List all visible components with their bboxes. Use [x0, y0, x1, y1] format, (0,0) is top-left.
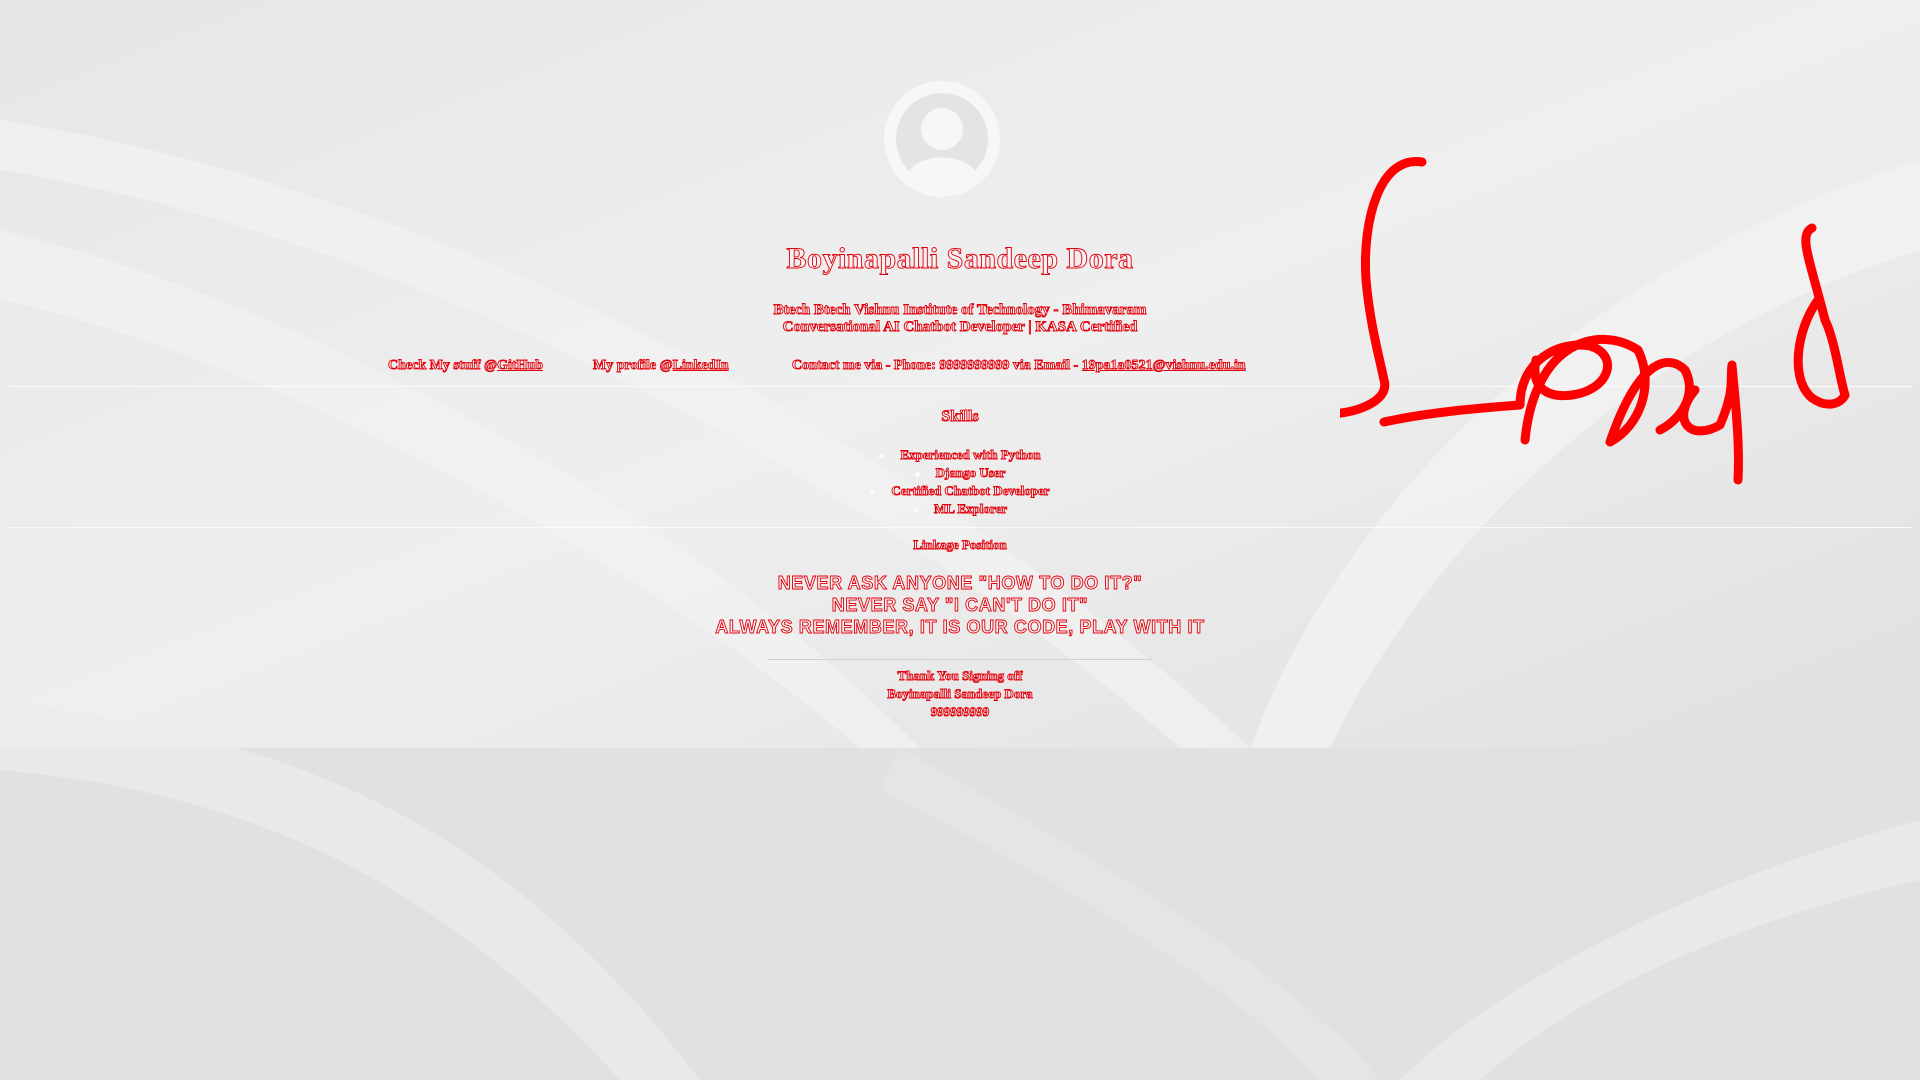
github-prefix: Check My stuff @ — [388, 358, 498, 374]
bullet-icon — [914, 471, 920, 477]
bullet-icon — [870, 489, 876, 495]
bullet-icon — [912, 507, 918, 513]
linkedin-link[interactable]: LinkedIn — [672, 358, 729, 374]
footer-name: Boyinapalli Sandeep Dora — [887, 686, 1033, 702]
email-link[interactable]: 19pa1a0521@vishnu.edu.in — [1081, 358, 1246, 374]
contact-prefix: Contact me via - Phone: 9999999999 via E… — [792, 358, 1082, 374]
footer-divider — [768, 659, 1152, 660]
linkedin-prefix: My profile @ — [593, 358, 674, 374]
motto-line-3: ALWAYS REMEMBER, IT IS OUR CODE, PLAY WI… — [715, 617, 1205, 638]
github-link[interactable]: GitHub — [497, 358, 544, 374]
motto-line-1: NEVER ASK ANYONE "HOW TO DO IT?" — [777, 573, 1143, 594]
contact-link-group: Contact me via - Phone: 9999999999 via E… — [792, 358, 1247, 374]
linkedin-link-group: My profile @LinkedIn — [593, 358, 730, 374]
motto-line-2: NEVER SAY "I CAN'T DO IT" — [831, 595, 1089, 616]
avatar-icon — [884, 81, 1000, 197]
github-link-group: Check My stuff @GitHub — [388, 358, 544, 374]
handwritten-signature — [1340, 157, 1850, 485]
bullet-icon — [879, 453, 885, 459]
footer-thanks: Thank You Signing off — [897, 668, 1023, 684]
footer-id: 999999999 — [930, 704, 990, 720]
